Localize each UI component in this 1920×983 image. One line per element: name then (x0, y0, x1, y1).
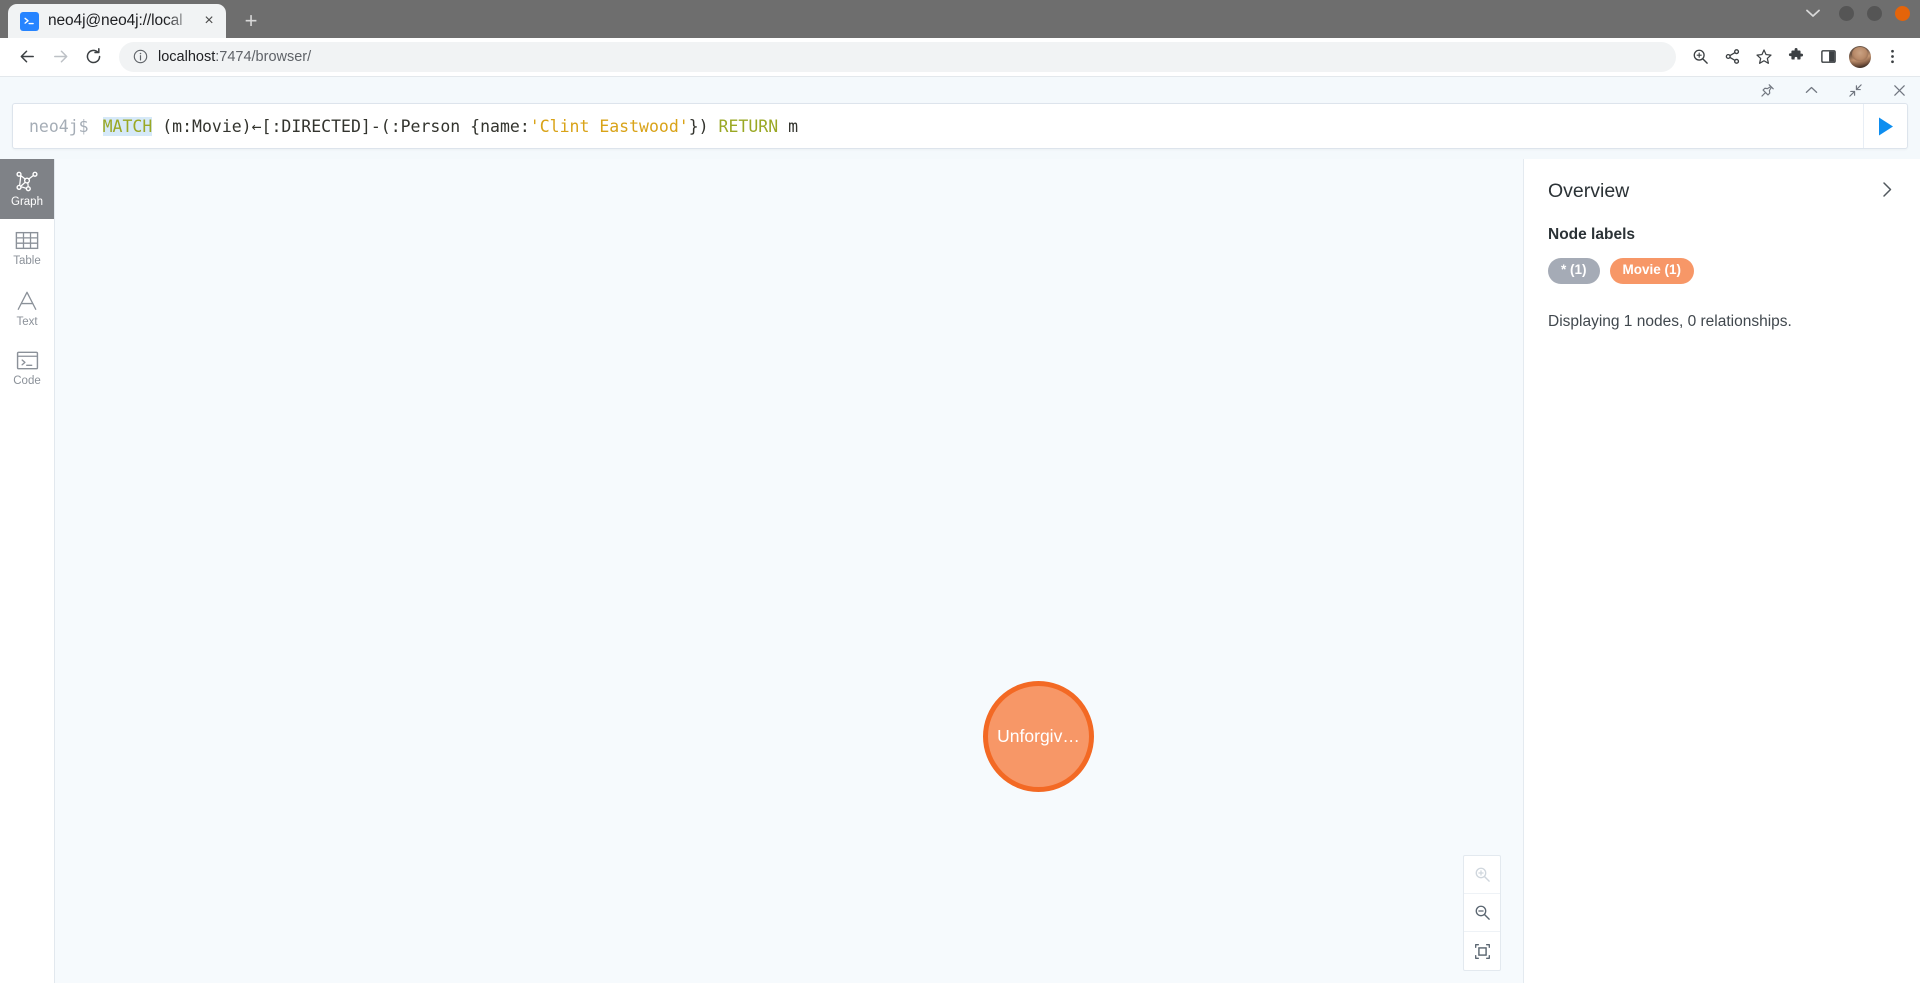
results-area: Graph Table Text Code Unforgiv… Overview… (0, 159, 1920, 983)
sidebar-item-table[interactable]: Table (0, 219, 54, 279)
graph-node[interactable]: Unforgiv… (983, 681, 1094, 792)
query-token-pattern: (m:Movie)←[:DIRECTED]-(:Person {name: (152, 116, 530, 136)
chevron-up-icon[interactable] (1802, 81, 1820, 99)
query-token-string: 'Clint Eastwood' (529, 116, 689, 136)
query-token-close: }) (688, 116, 709, 136)
forward-arrow-icon[interactable] (45, 42, 75, 72)
editor-prompt: neo4j$ (29, 116, 89, 136)
query-token-keyword-return: RETURN (708, 116, 779, 136)
text-a-icon (16, 290, 38, 312)
sidebar-item-label: Graph (11, 195, 43, 208)
window-minimize-button[interactable] (1839, 6, 1854, 21)
zoom-out-icon[interactable] (1464, 894, 1500, 932)
zoom-fit-icon[interactable] (1464, 932, 1500, 970)
code-terminal-icon (16, 350, 39, 371)
chevron-down-icon[interactable] (1806, 9, 1820, 18)
new-tab-button[interactable]: + (236, 6, 266, 36)
address-bar-url: localhost:7474/browser/ (158, 49, 311, 65)
query-editor-frame: neo4j$ MATCH (m:Movie)←[:DIRECTED]-(:Per… (0, 77, 1920, 159)
profile-avatar[interactable] (1844, 41, 1876, 73)
graph-icon (15, 170, 39, 192)
query-token-keyword-match: MATCH (102, 116, 153, 136)
sidebar-item-graph[interactable]: Graph (0, 159, 54, 219)
overview-summary: Displaying 1 nodes, 0 relationships. (1548, 313, 1792, 331)
terminal-icon (20, 11, 39, 31)
close-icon[interactable] (1890, 81, 1908, 99)
window-controls (1806, 6, 1910, 21)
url-path: :7474/browser/ (215, 48, 312, 65)
page-title: Overview (1548, 180, 1630, 202)
query-editor-bar[interactable]: neo4j$ MATCH (m:Movie)←[:DIRECTED]-(:Per… (12, 103, 1908, 149)
graph-zoom-controls (1463, 855, 1501, 971)
graph-canvas[interactable]: Unforgiv… (55, 159, 1523, 983)
extensions-puzzle-icon[interactable] (1780, 41, 1812, 73)
toolbar-icon-group (1684, 41, 1908, 73)
browser-tab[interactable]: neo4j@neo4j://local × (8, 4, 226, 38)
run-query-icon[interactable] (1863, 104, 1907, 148)
query-token-variable: m (778, 116, 799, 136)
url-host: localhost (158, 48, 216, 65)
status-badge-movie[interactable]: Movie (1) (1609, 258, 1695, 285)
site-info-icon[interactable] (133, 49, 148, 64)
share-icon[interactable] (1716, 41, 1748, 73)
node-label-pill-row: * (1) Movie (1) (1548, 258, 1896, 285)
graph-node-caption: Unforgiv… (997, 726, 1080, 746)
sidebar-item-label: Text (16, 315, 38, 328)
sidebar-item-label: Code (13, 375, 41, 388)
tab-title: neo4j@neo4j://local (48, 12, 183, 29)
editor-frame-actions (0, 77, 1920, 103)
zoom-in-icon[interactable] (1464, 856, 1500, 894)
sidebar-item-code[interactable]: Code (0, 339, 54, 399)
overview-panel: Overview Node labels * (1) Movie (1) Dis… (1523, 159, 1920, 983)
chrome-menu-icon[interactable] (1876, 41, 1908, 73)
browser-toolbar: localhost:7474/browser/ (0, 38, 1920, 76)
back-arrow-icon[interactable] (12, 42, 42, 72)
zoom-indicator-icon[interactable] (1684, 41, 1716, 73)
side-panel-icon[interactable] (1812, 41, 1844, 73)
browser-titlebar: neo4j@neo4j://local × + (0, 0, 1920, 38)
browser-window: neo4j@neo4j://local × + localhost:7474/b… (0, 0, 1920, 983)
bookmark-star-icon[interactable] (1748, 41, 1780, 73)
contract-icon[interactable] (1846, 81, 1864, 99)
pin-icon[interactable] (1758, 81, 1776, 99)
address-bar[interactable]: localhost:7474/browser/ (119, 41, 1676, 72)
query-input[interactable]: MATCH (m:Movie)←[:DIRECTED]-(:Person {na… (102, 116, 1863, 136)
overview-header: Overview (1548, 180, 1896, 202)
chevron-right-icon[interactable] (1879, 181, 1896, 198)
window-close-button[interactable] (1895, 6, 1910, 21)
sidebar-item-label: Table (13, 255, 41, 268)
sidebar-item-text[interactable]: Text (0, 279, 54, 339)
reload-icon[interactable] (78, 42, 108, 72)
table-icon (15, 230, 39, 251)
neo4j-browser-app: neo4j$ MATCH (m:Movie)←[:DIRECTED]-(:Per… (0, 76, 1920, 983)
status-badge-all[interactable]: * (1) (1548, 258, 1600, 285)
tab-close-icon[interactable]: × (198, 10, 220, 32)
results-view-rail: Graph Table Text Code (0, 159, 55, 983)
window-maximize-button[interactable] (1867, 6, 1882, 21)
node-labels-heading: Node labels (1548, 226, 1635, 244)
